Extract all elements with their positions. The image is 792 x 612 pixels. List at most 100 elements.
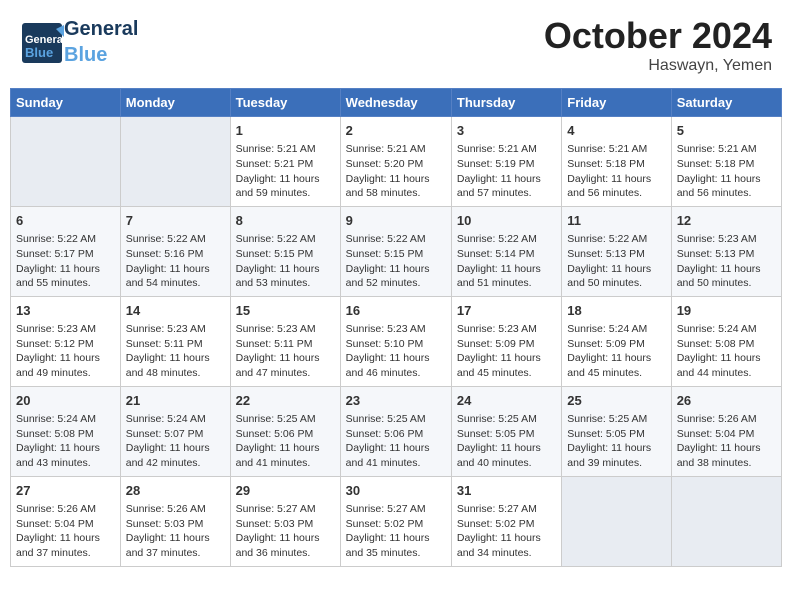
page-subtitle: Haswayn, Yemen bbox=[544, 57, 772, 75]
day-number: 21 bbox=[126, 392, 225, 410]
week-row-2: 6 Sunrise: 5:22 AMSunset: 5:17 PMDaylight… bbox=[11, 206, 782, 296]
day-number: 6 bbox=[16, 212, 115, 230]
calendar-cell bbox=[671, 476, 781, 566]
calendar-cell: 26 Sunrise: 5:26 AMSunset: 5:04 PMDayligh… bbox=[671, 386, 781, 476]
column-header-friday: Friday bbox=[562, 89, 671, 117]
week-row-1: 1 Sunrise: 5:21 AMSunset: 5:21 PMDaylight… bbox=[11, 117, 782, 207]
calendar-cell: 19Sunrise: 5:24 AMSunset: 5:08 PMDayligh… bbox=[671, 296, 781, 386]
day-number: 27 bbox=[16, 482, 115, 500]
day-info: Sunrise: 5:26 AMSunset: 5:04 PMDaylight:… bbox=[677, 412, 776, 471]
day-info: Sunrise: 5:27 AMSunset: 5:02 PMDaylight:… bbox=[346, 502, 446, 561]
day-info: Sunrise: 5:25 AMSunset: 5:06 PMDaylight:… bbox=[346, 412, 446, 471]
calendar-cell: 13 Sunrise: 5:23 AMSunset: 5:12 PMDayligh… bbox=[11, 296, 121, 386]
day-info: Sunrise: 5:25 AMSunset: 5:05 PMDaylight:… bbox=[457, 412, 556, 471]
day-info: Sunrise: 5:23 AMSunset: 5:10 PMDaylight:… bbox=[346, 322, 446, 381]
day-number: 17 bbox=[457, 302, 556, 320]
day-number: 29 bbox=[236, 482, 335, 500]
day-info: Sunrise: 5:23 AMSunset: 5:13 PMDaylight:… bbox=[677, 232, 776, 291]
calendar-cell: 2Sunrise: 5:21 AMSunset: 5:20 PMDaylight… bbox=[340, 117, 451, 207]
page-title: October 2024 bbox=[544, 15, 772, 57]
day-info: Sunrise: 5:22 AMSunset: 5:15 PMDaylight:… bbox=[236, 232, 335, 291]
day-number: 26 bbox=[677, 392, 776, 410]
day-info: Sunrise: 5:26 AMSunset: 5:04 PMDaylight:… bbox=[16, 502, 115, 561]
logo-icon: General Blue bbox=[20, 21, 60, 61]
day-info: Sunrise: 5:24 AMSunset: 5:09 PMDaylight:… bbox=[567, 322, 665, 381]
logo-text: General Blue bbox=[64, 15, 138, 67]
day-number: 22 bbox=[236, 392, 335, 410]
day-number: 15 bbox=[236, 302, 335, 320]
day-info: Sunrise: 5:26 AMSunset: 5:03 PMDaylight:… bbox=[126, 502, 225, 561]
day-info: Sunrise: 5:21 AMSunset: 5:21 PMDaylight:… bbox=[236, 142, 335, 201]
calendar-cell: 17Sunrise: 5:23 AMSunset: 5:09 PMDayligh… bbox=[451, 296, 561, 386]
day-number: 12 bbox=[677, 212, 776, 230]
day-number: 18 bbox=[567, 302, 665, 320]
day-info: Sunrise: 5:21 AMSunset: 5:18 PMDaylight:… bbox=[567, 142, 665, 201]
calendar-cell: 16 Sunrise: 5:23 AMSunset: 5:10 PMDayligh… bbox=[340, 296, 451, 386]
calendar-cell: 4 Sunrise: 5:21 AMSunset: 5:18 PMDaylight… bbox=[562, 117, 671, 207]
calendar-cell: 12 Sunrise: 5:23 AMSunset: 5:13 PMDayligh… bbox=[671, 206, 781, 296]
day-number: 30 bbox=[346, 482, 446, 500]
calendar-cell bbox=[562, 476, 671, 566]
column-header-saturday: Saturday bbox=[671, 89, 781, 117]
calendar-table: SundayMondayTuesdayWednesdayThursdayFrid… bbox=[10, 88, 782, 567]
calendar-cell: 9 Sunrise: 5:22 AMSunset: 5:15 PMDaylight… bbox=[340, 206, 451, 296]
day-info: Sunrise: 5:22 AMSunset: 5:17 PMDaylight:… bbox=[16, 232, 115, 291]
day-info: Sunrise: 5:27 AMSunset: 5:03 PMDaylight:… bbox=[236, 502, 335, 561]
calendar-cell: 3Sunrise: 5:21 AMSunset: 5:19 PMDaylight… bbox=[451, 117, 561, 207]
svg-text:Blue: Blue bbox=[25, 45, 53, 60]
day-info: Sunrise: 5:24 AMSunset: 5:07 PMDaylight:… bbox=[126, 412, 225, 471]
day-number: 9 bbox=[346, 212, 446, 230]
day-number: 3 bbox=[457, 122, 556, 140]
day-info: Sunrise: 5:23 AMSunset: 5:11 PMDaylight:… bbox=[236, 322, 335, 381]
calendar-cell: 15 Sunrise: 5:23 AMSunset: 5:11 PMDayligh… bbox=[230, 296, 340, 386]
day-info: Sunrise: 5:23 AMSunset: 5:12 PMDaylight:… bbox=[16, 322, 115, 381]
day-number: 24 bbox=[457, 392, 556, 410]
day-number: 11 bbox=[567, 212, 665, 230]
day-info: Sunrise: 5:27 AMSunset: 5:02 PMDaylight:… bbox=[457, 502, 556, 561]
calendar-cell: 11 Sunrise: 5:22 AMSunset: 5:13 PMDayligh… bbox=[562, 206, 671, 296]
week-row-5: 27 Sunrise: 5:26 AMSunset: 5:04 PMDayligh… bbox=[11, 476, 782, 566]
day-info: Sunrise: 5:22 AMSunset: 5:16 PMDaylight:… bbox=[126, 232, 225, 291]
day-info: Sunrise: 5:24 AMSunset: 5:08 PMDaylight:… bbox=[16, 412, 115, 471]
calendar-cell: 22 Sunrise: 5:25 AMSunset: 5:06 PMDayligh… bbox=[230, 386, 340, 476]
day-number: 4 bbox=[567, 122, 665, 140]
calendar-cell: 5Sunrise: 5:21 AMSunset: 5:18 PMDaylight… bbox=[671, 117, 781, 207]
day-number: 1 bbox=[236, 122, 335, 140]
calendar-cell: 20Sunrise: 5:24 AMSunset: 5:08 PMDayligh… bbox=[11, 386, 121, 476]
logo: General Blue General Blue bbox=[20, 15, 138, 67]
calendar-cell: 18 Sunrise: 5:24 AMSunset: 5:09 PMDayligh… bbox=[562, 296, 671, 386]
calendar-cell: 14Sunrise: 5:23 AMSunset: 5:11 PMDayligh… bbox=[120, 296, 230, 386]
calendar-cell: 8 Sunrise: 5:22 AMSunset: 5:15 PMDaylight… bbox=[230, 206, 340, 296]
column-header-tuesday: Tuesday bbox=[230, 89, 340, 117]
day-info: Sunrise: 5:22 AMSunset: 5:14 PMDaylight:… bbox=[457, 232, 556, 291]
column-header-sunday: Sunday bbox=[11, 89, 121, 117]
day-info: Sunrise: 5:25 AMSunset: 5:06 PMDaylight:… bbox=[236, 412, 335, 471]
day-number: 8 bbox=[236, 212, 335, 230]
calendar-cell: 21 Sunrise: 5:24 AMSunset: 5:07 PMDayligh… bbox=[120, 386, 230, 476]
calendar-cell: 27 Sunrise: 5:26 AMSunset: 5:04 PMDayligh… bbox=[11, 476, 121, 566]
calendar-cell: 31Sunrise: 5:27 AMSunset: 5:02 PMDayligh… bbox=[451, 476, 561, 566]
column-header-wednesday: Wednesday bbox=[340, 89, 451, 117]
week-row-4: 20Sunrise: 5:24 AMSunset: 5:08 PMDayligh… bbox=[11, 386, 782, 476]
column-header-thursday: Thursday bbox=[451, 89, 561, 117]
column-header-monday: Monday bbox=[120, 89, 230, 117]
day-number: 28 bbox=[126, 482, 225, 500]
calendar-cell: 23 Sunrise: 5:25 AMSunset: 5:06 PMDayligh… bbox=[340, 386, 451, 476]
calendar-cell bbox=[11, 117, 121, 207]
day-number: 13 bbox=[16, 302, 115, 320]
calendar-cell: 25 Sunrise: 5:25 AMSunset: 5:05 PMDayligh… bbox=[562, 386, 671, 476]
calendar-cell: 7 Sunrise: 5:22 AMSunset: 5:16 PMDaylight… bbox=[120, 206, 230, 296]
day-number: 23 bbox=[346, 392, 446, 410]
day-info: Sunrise: 5:21 AMSunset: 5:18 PMDaylight:… bbox=[677, 142, 776, 201]
day-info: Sunrise: 5:22 AMSunset: 5:15 PMDaylight:… bbox=[346, 232, 446, 291]
header-row: SundayMondayTuesdayWednesdayThursdayFrid… bbox=[11, 89, 782, 117]
day-number: 25 bbox=[567, 392, 665, 410]
day-info: Sunrise: 5:22 AMSunset: 5:13 PMDaylight:… bbox=[567, 232, 665, 291]
calendar-cell: 1 Sunrise: 5:21 AMSunset: 5:21 PMDaylight… bbox=[230, 117, 340, 207]
day-info: Sunrise: 5:25 AMSunset: 5:05 PMDaylight:… bbox=[567, 412, 665, 471]
day-number: 10 bbox=[457, 212, 556, 230]
day-number: 16 bbox=[346, 302, 446, 320]
header: General Blue General Blue October 2024 H… bbox=[10, 10, 782, 80]
day-number: 2 bbox=[346, 122, 446, 140]
day-number: 7 bbox=[126, 212, 225, 230]
